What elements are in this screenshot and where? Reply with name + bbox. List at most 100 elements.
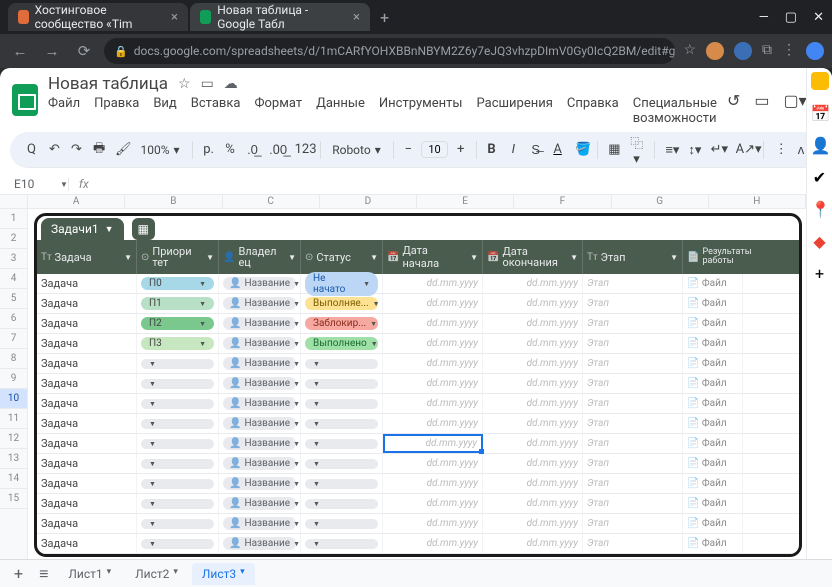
cell-start-date[interactable]: dd.mm.yyyy [383, 474, 483, 493]
halign-button[interactable]: ≡▾ [660, 140, 679, 160]
cell-result[interactable]: 📄 Файл [683, 534, 743, 553]
cell-owner[interactable]: 👤Название▼ [219, 434, 301, 453]
sheet-tab[interactable]: Лист3 ▾ [192, 563, 255, 585]
cell-stage[interactable]: Этап [583, 354, 683, 373]
cell-task[interactable]: Задача [37, 354, 137, 373]
cell-stage[interactable]: Этап [583, 494, 683, 513]
font-select[interactable]: Roboto ▾ [326, 143, 387, 157]
cell-start-date[interactable]: dd.mm.yyyy [383, 534, 483, 553]
row-header[interactable]: 14 [0, 469, 27, 489]
increase-decimal-button[interactable]: .00̲ [264, 140, 285, 160]
table-row[interactable]: Задача ▼👤Название▼ ▼dd.mm.yyyydd.mm.yyyy… [37, 374, 799, 394]
cell-result[interactable]: 📄 Файл [683, 294, 743, 313]
cell-task[interactable]: Задача [37, 394, 137, 413]
sheet-tab[interactable]: Лист2 ▾ [125, 563, 188, 585]
cell-end-date[interactable]: dd.mm.yyyy [483, 374, 583, 393]
th-task[interactable]: TᴛЗадача▼ [37, 240, 137, 274]
table-row[interactable]: ЗадачаП0▼👤Название▼Не начато▼dd.mm.yyyyd… [37, 274, 799, 294]
cell-result[interactable]: 📄 Файл [683, 374, 743, 393]
add-addon-icon[interactable]: + [811, 264, 829, 282]
cell-result[interactable]: 📄 Файл [683, 454, 743, 473]
row-header[interactable]: 5 [0, 289, 27, 309]
cell-end-date[interactable]: dd.mm.yyyy [483, 454, 583, 473]
col-header[interactable]: G [612, 195, 709, 208]
cell-result[interactable]: 📄 Файл [683, 394, 743, 413]
cell-stage[interactable]: Этап [583, 274, 683, 293]
row-header[interactable]: 2 [0, 229, 27, 249]
table-row[interactable]: Задача ▼👤Название▼ ▼dd.mm.yyyydd.mm.yyyy… [37, 354, 799, 374]
sheets-logo-icon[interactable] [12, 84, 38, 116]
cell-owner[interactable]: 👤Название▼ [219, 274, 301, 293]
table-row[interactable]: ЗадачаП3▼👤Название▼Выполнено▼dd.mm.yyyyd… [37, 334, 799, 354]
decrease-decimal-button[interactable]: .0̲ [242, 140, 260, 160]
more-toolbar-button[interactable]: ⋮ [770, 140, 788, 159]
row-header[interactable]: 9 [0, 369, 27, 389]
cell-stage[interactable]: Этап [583, 514, 683, 533]
cell-priority[interactable]: ▼ [137, 374, 219, 393]
close-window-button[interactable]: ✕ [813, 10, 824, 25]
cell-status[interactable]: ▼ [301, 534, 383, 553]
cell-end-date[interactable]: dd.mm.yyyy [483, 354, 583, 373]
col-header[interactable]: F [514, 195, 611, 208]
cell-start-date[interactable]: dd.mm.yyyy [383, 294, 483, 313]
borders-button[interactable]: ▦ [603, 140, 621, 159]
cell-stage[interactable]: Этап [583, 394, 683, 413]
font-size-input[interactable]: 10 [421, 141, 447, 158]
cell-status[interactable]: ▼ [301, 434, 383, 453]
cell-task[interactable]: Задача [37, 434, 137, 453]
history-icon[interactable]: ↺ [727, 91, 740, 110]
row-header[interactable]: 11 [0, 409, 27, 429]
profile-avatar[interactable] [806, 42, 824, 60]
meet-icon[interactable]: ▢▾ [783, 91, 806, 110]
cell-end-date[interactable]: dd.mm.yyyy [483, 294, 583, 313]
extension-icon[interactable] [706, 42, 724, 60]
row-header[interactable]: 1 [0, 209, 27, 229]
row-header[interactable]: 6 [0, 309, 27, 329]
cell-status[interactable]: Выполняе...▼ [301, 294, 383, 313]
cell-result[interactable]: 📄 Файл [683, 354, 743, 373]
menu-tools[interactable]: Инструменты [379, 96, 463, 126]
cell-priority[interactable]: ▼ [137, 534, 219, 553]
th-stage[interactable]: TᴛЭтап▼ [583, 240, 683, 274]
cell-task[interactable]: Задача [37, 494, 137, 513]
maps-icon[interactable]: 📍 [811, 200, 829, 218]
cell-owner[interactable]: 👤Название▼ [219, 514, 301, 533]
cell-status[interactable]: ▼ [301, 454, 383, 473]
col-header[interactable]: E [417, 195, 514, 208]
row-header[interactable]: 7 [0, 329, 27, 349]
cell-owner[interactable]: 👤Название▼ [219, 414, 301, 433]
cell-stage[interactable]: Этап [583, 474, 683, 493]
italic-button[interactable]: I [504, 140, 522, 159]
cell-status[interactable]: ▼ [301, 514, 383, 533]
table-tab[interactable]: Задачи1▼ [41, 218, 124, 240]
row-header[interactable]: 10 [0, 389, 27, 409]
th-priority[interactable]: ⊙Приори тет▼ [137, 240, 219, 274]
col-header[interactable]: H [709, 195, 806, 208]
add-sheet-button[interactable]: + [8, 564, 29, 583]
cell-end-date[interactable]: dd.mm.yyyy [483, 414, 583, 433]
cell-result[interactable]: 📄 Файл [683, 474, 743, 493]
merge-button[interactable]: ⿻▾ [625, 131, 647, 169]
table-row[interactable]: ЗадачаП2▼👤Название▼Заблокир...▼dd.mm.yyy… [37, 314, 799, 334]
cell-owner[interactable]: 👤Название▼ [219, 394, 301, 413]
cell-end-date[interactable]: dd.mm.yyyy [483, 534, 583, 553]
cell-task[interactable]: Задача [37, 414, 137, 433]
cell-result[interactable]: 📄 Файл [683, 414, 743, 433]
cell-end-date[interactable]: dd.mm.yyyy [483, 274, 583, 293]
row-header[interactable]: 12 [0, 429, 27, 449]
table-row[interactable]: Задача ▼👤Название▼ ▼dd.mm.yyyydd.mm.yyyy… [37, 514, 799, 534]
close-tab-icon[interactable]: × [353, 10, 360, 25]
cell-stage[interactable]: Этап [583, 374, 683, 393]
bold-button[interactable]: B [482, 140, 500, 159]
row-header[interactable]: 8 [0, 349, 27, 369]
fill-color-button[interactable]: 🪣 [570, 140, 590, 159]
reload-button[interactable]: ⟳ [72, 42, 96, 60]
cell-result[interactable]: 📄 Файл [683, 334, 743, 353]
star-icon[interactable]: ☆ [683, 42, 696, 60]
table-row[interactable]: Задача ▼👤Название▼ ▼dd.mm.yyyydd.mm.yyyy… [37, 434, 799, 454]
cell-task[interactable]: Задача [37, 454, 137, 473]
cell-task[interactable]: Задача [37, 334, 137, 353]
th-owner[interactable]: 👤Владел ец▼ [219, 240, 301, 274]
cell-task[interactable]: Задача [37, 374, 137, 393]
move-icon[interactable]: ▭ [201, 76, 214, 92]
